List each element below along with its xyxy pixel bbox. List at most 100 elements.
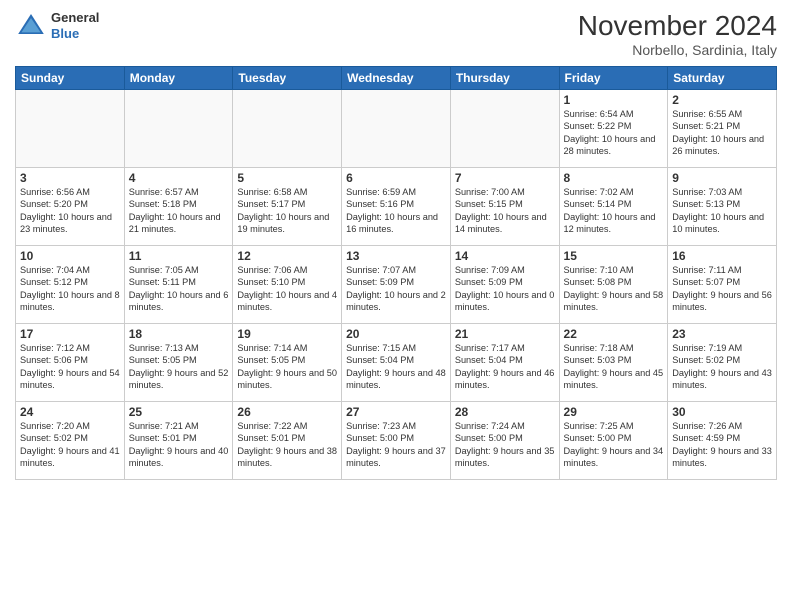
calendar-cell: 29Sunrise: 7:25 AM Sunset: 5:00 PM Dayli… <box>559 402 668 480</box>
day-number: 4 <box>129 171 229 185</box>
calendar-week-row: 1Sunrise: 6:54 AM Sunset: 5:22 PM Daylig… <box>16 90 777 168</box>
calendar-cell: 23Sunrise: 7:19 AM Sunset: 5:02 PM Dayli… <box>668 324 777 402</box>
day-detail: Sunrise: 7:05 AM Sunset: 5:11 PM Dayligh… <box>129 264 229 314</box>
calendar-cell <box>450 90 559 168</box>
calendar-cell: 15Sunrise: 7:10 AM Sunset: 5:08 PM Dayli… <box>559 246 668 324</box>
header: General Blue November 2024 Norbello, Sar… <box>15 10 777 58</box>
day-number: 22 <box>564 327 664 341</box>
day-number: 28 <box>455 405 555 419</box>
calendar-cell: 20Sunrise: 7:15 AM Sunset: 5:04 PM Dayli… <box>342 324 451 402</box>
weekday-header: Tuesday <box>233 67 342 90</box>
day-detail: Sunrise: 7:07 AM Sunset: 5:09 PM Dayligh… <box>346 264 446 314</box>
day-number: 11 <box>129 249 229 263</box>
calendar-cell: 12Sunrise: 7:06 AM Sunset: 5:10 PM Dayli… <box>233 246 342 324</box>
calendar-cell: 21Sunrise: 7:17 AM Sunset: 5:04 PM Dayli… <box>450 324 559 402</box>
logo-blue: Blue <box>51 26 99 42</box>
logo-general: General <box>51 10 99 26</box>
day-number: 29 <box>564 405 664 419</box>
calendar-cell: 18Sunrise: 7:13 AM Sunset: 5:05 PM Dayli… <box>124 324 233 402</box>
day-number: 27 <box>346 405 446 419</box>
calendar-cell: 6Sunrise: 6:59 AM Sunset: 5:16 PM Daylig… <box>342 168 451 246</box>
day-detail: Sunrise: 6:56 AM Sunset: 5:20 PM Dayligh… <box>20 186 120 236</box>
weekday-header: Saturday <box>668 67 777 90</box>
day-number: 13 <box>346 249 446 263</box>
day-detail: Sunrise: 7:18 AM Sunset: 5:03 PM Dayligh… <box>564 342 664 392</box>
weekday-header: Thursday <box>450 67 559 90</box>
day-detail: Sunrise: 7:15 AM Sunset: 5:04 PM Dayligh… <box>346 342 446 392</box>
calendar-cell: 4Sunrise: 6:57 AM Sunset: 5:18 PM Daylig… <box>124 168 233 246</box>
day-number: 7 <box>455 171 555 185</box>
day-detail: Sunrise: 7:11 AM Sunset: 5:07 PM Dayligh… <box>672 264 772 314</box>
day-number: 6 <box>346 171 446 185</box>
day-detail: Sunrise: 7:12 AM Sunset: 5:06 PM Dayligh… <box>20 342 120 392</box>
logo-text: General Blue <box>51 10 99 41</box>
day-detail: Sunrise: 7:23 AM Sunset: 5:00 PM Dayligh… <box>346 420 446 470</box>
day-number: 21 <box>455 327 555 341</box>
weekday-header: Friday <box>559 67 668 90</box>
calendar-header-row: SundayMondayTuesdayWednesdayThursdayFrid… <box>16 67 777 90</box>
location-title: Norbello, Sardinia, Italy <box>578 42 777 58</box>
logo-icon <box>15 10 47 42</box>
day-number: 12 <box>237 249 337 263</box>
day-detail: Sunrise: 6:58 AM Sunset: 5:17 PM Dayligh… <box>237 186 337 236</box>
calendar-week-row: 10Sunrise: 7:04 AM Sunset: 5:12 PM Dayli… <box>16 246 777 324</box>
calendar-week-row: 24Sunrise: 7:20 AM Sunset: 5:02 PM Dayli… <box>16 402 777 480</box>
day-number: 3 <box>20 171 120 185</box>
weekday-header: Sunday <box>16 67 125 90</box>
day-detail: Sunrise: 7:25 AM Sunset: 5:00 PM Dayligh… <box>564 420 664 470</box>
day-detail: Sunrise: 6:59 AM Sunset: 5:16 PM Dayligh… <box>346 186 446 236</box>
day-detail: Sunrise: 7:19 AM Sunset: 5:02 PM Dayligh… <box>672 342 772 392</box>
calendar-cell: 17Sunrise: 7:12 AM Sunset: 5:06 PM Dayli… <box>16 324 125 402</box>
calendar-cell <box>342 90 451 168</box>
month-title: November 2024 <box>578 10 777 42</box>
calendar-cell: 22Sunrise: 7:18 AM Sunset: 5:03 PM Dayli… <box>559 324 668 402</box>
day-number: 15 <box>564 249 664 263</box>
day-detail: Sunrise: 7:03 AM Sunset: 5:13 PM Dayligh… <box>672 186 772 236</box>
day-detail: Sunrise: 7:06 AM Sunset: 5:10 PM Dayligh… <box>237 264 337 314</box>
calendar-cell: 10Sunrise: 7:04 AM Sunset: 5:12 PM Dayli… <box>16 246 125 324</box>
calendar-week-row: 3Sunrise: 6:56 AM Sunset: 5:20 PM Daylig… <box>16 168 777 246</box>
calendar-cell: 9Sunrise: 7:03 AM Sunset: 5:13 PM Daylig… <box>668 168 777 246</box>
day-detail: Sunrise: 7:09 AM Sunset: 5:09 PM Dayligh… <box>455 264 555 314</box>
calendar-cell: 8Sunrise: 7:02 AM Sunset: 5:14 PM Daylig… <box>559 168 668 246</box>
day-number: 17 <box>20 327 120 341</box>
day-detail: Sunrise: 7:00 AM Sunset: 5:15 PM Dayligh… <box>455 186 555 236</box>
calendar-cell <box>233 90 342 168</box>
title-block: November 2024 Norbello, Sardinia, Italy <box>578 10 777 58</box>
calendar-cell: 26Sunrise: 7:22 AM Sunset: 5:01 PM Dayli… <box>233 402 342 480</box>
day-number: 2 <box>672 93 772 107</box>
day-detail: Sunrise: 6:55 AM Sunset: 5:21 PM Dayligh… <box>672 108 772 158</box>
day-detail: Sunrise: 7:21 AM Sunset: 5:01 PM Dayligh… <box>129 420 229 470</box>
calendar-cell <box>124 90 233 168</box>
day-number: 19 <box>237 327 337 341</box>
calendar-cell: 25Sunrise: 7:21 AM Sunset: 5:01 PM Dayli… <box>124 402 233 480</box>
day-number: 5 <box>237 171 337 185</box>
day-detail: Sunrise: 6:57 AM Sunset: 5:18 PM Dayligh… <box>129 186 229 236</box>
day-detail: Sunrise: 7:14 AM Sunset: 5:05 PM Dayligh… <box>237 342 337 392</box>
calendar-cell: 19Sunrise: 7:14 AM Sunset: 5:05 PM Dayli… <box>233 324 342 402</box>
day-number: 16 <box>672 249 772 263</box>
day-detail: Sunrise: 7:24 AM Sunset: 5:00 PM Dayligh… <box>455 420 555 470</box>
day-detail: Sunrise: 7:26 AM Sunset: 4:59 PM Dayligh… <box>672 420 772 470</box>
calendar-cell: 3Sunrise: 6:56 AM Sunset: 5:20 PM Daylig… <box>16 168 125 246</box>
day-number: 9 <box>672 171 772 185</box>
calendar-cell: 7Sunrise: 7:00 AM Sunset: 5:15 PM Daylig… <box>450 168 559 246</box>
day-number: 23 <box>672 327 772 341</box>
calendar-cell: 14Sunrise: 7:09 AM Sunset: 5:09 PM Dayli… <box>450 246 559 324</box>
day-detail: Sunrise: 6:54 AM Sunset: 5:22 PM Dayligh… <box>564 108 664 158</box>
day-number: 1 <box>564 93 664 107</box>
calendar-cell: 30Sunrise: 7:26 AM Sunset: 4:59 PM Dayli… <box>668 402 777 480</box>
calendar-week-row: 17Sunrise: 7:12 AM Sunset: 5:06 PM Dayli… <box>16 324 777 402</box>
calendar-cell: 5Sunrise: 6:58 AM Sunset: 5:17 PM Daylig… <box>233 168 342 246</box>
day-detail: Sunrise: 7:20 AM Sunset: 5:02 PM Dayligh… <box>20 420 120 470</box>
logo: General Blue <box>15 10 99 42</box>
day-detail: Sunrise: 7:10 AM Sunset: 5:08 PM Dayligh… <box>564 264 664 314</box>
calendar-cell: 2Sunrise: 6:55 AM Sunset: 5:21 PM Daylig… <box>668 90 777 168</box>
calendar-cell: 13Sunrise: 7:07 AM Sunset: 5:09 PM Dayli… <box>342 246 451 324</box>
day-detail: Sunrise: 7:13 AM Sunset: 5:05 PM Dayligh… <box>129 342 229 392</box>
calendar-cell: 1Sunrise: 6:54 AM Sunset: 5:22 PM Daylig… <box>559 90 668 168</box>
day-detail: Sunrise: 7:17 AM Sunset: 5:04 PM Dayligh… <box>455 342 555 392</box>
day-number: 18 <box>129 327 229 341</box>
day-number: 14 <box>455 249 555 263</box>
calendar-cell: 16Sunrise: 7:11 AM Sunset: 5:07 PM Dayli… <box>668 246 777 324</box>
